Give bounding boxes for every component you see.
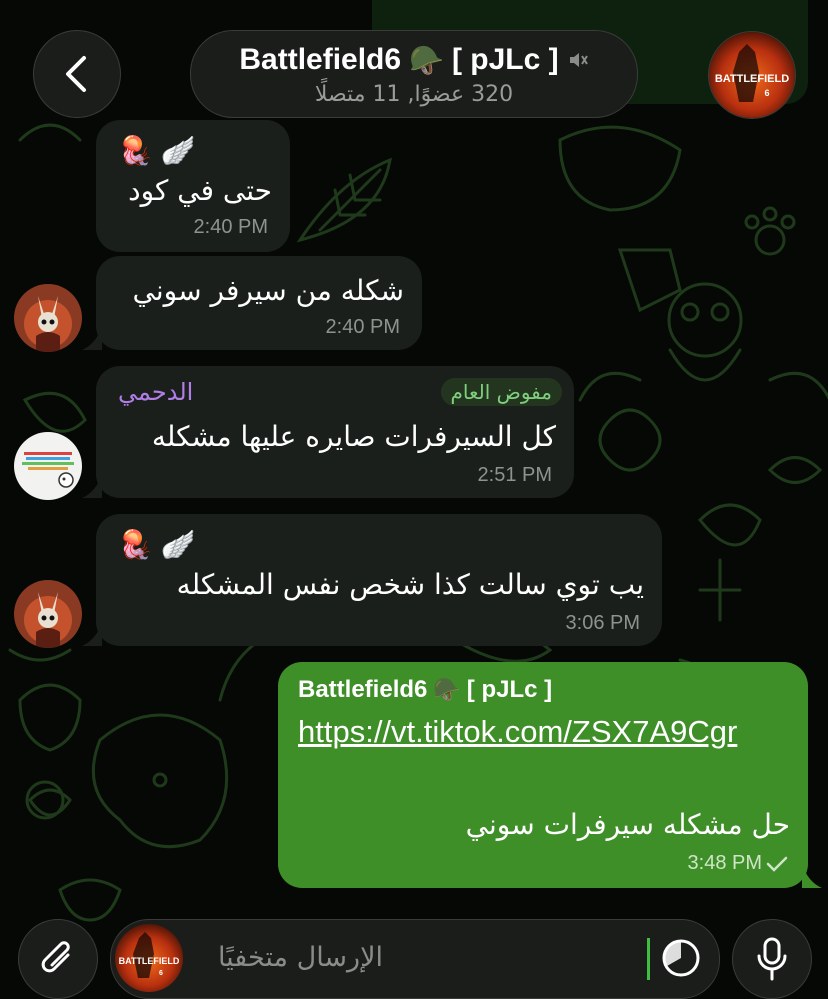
chat-title-pill[interactable]: Battlefield6 🪖 [ pJLc ] 320 عضوًا, 11 مت… (190, 30, 638, 118)
user-avatar[interactable] (14, 580, 82, 648)
message-time: 3:06 PM (565, 612, 640, 634)
attach-button[interactable] (18, 919, 98, 999)
user-avatar[interactable] (14, 432, 82, 500)
battlefield-avatar-image: BATTLEFIELD 6 (709, 32, 795, 118)
input-placeholder: الإرسال متخفيًا (217, 942, 383, 973)
user-avatar[interactable] (14, 284, 82, 352)
message-bubble[interactable]: شكله من سيرفر سوني 2:40 PM (96, 256, 422, 350)
message-bubble[interactable]: 🪼 🪽 يب توي سالت كذا شخص نفس المشكله 3:06… (96, 514, 662, 646)
svg-text:BATTLEFIELD: BATTLEFIELD (715, 73, 789, 85)
message-time-row: 3:48 PM (688, 852, 788, 875)
microphone-button[interactable] (732, 919, 812, 999)
svg-text:BATTLEFIELD: BATTLEFIELD (119, 956, 180, 966)
reactions[interactable]: 🪼 🪽 (118, 134, 196, 167)
battlefield-avatar-image: BATTLEFIELD 6 (115, 924, 183, 992)
message-time: 3:48 PM (687, 852, 762, 874)
paperclip-icon (41, 941, 70, 973)
helmet-emoji: 🪖 (433, 677, 461, 703)
chevron-left-icon (66, 56, 86, 92)
bubble-tail (82, 474, 102, 498)
bubble-tail (82, 326, 102, 350)
message-time: 2:40 PM (193, 216, 268, 238)
bubble-tail (802, 864, 822, 888)
knight-avatar-image (14, 580, 82, 648)
back-button[interactable] (33, 30, 121, 118)
message-text: شكله من سيرفر سوني (132, 274, 404, 307)
member-count: 320 عضوًا, 11 متصلًا (314, 82, 514, 107)
sticker-avatar-image (14, 432, 82, 500)
message-bubble[interactable]: الدحمي مفوض العام كل السيرفرات صايره علي… (96, 366, 574, 498)
message-input[interactable]: BATTLEFIELD 6 الإرسال متخفيًا (110, 919, 720, 999)
reaction-wing[interactable]: 🪽 (161, 134, 196, 167)
chat-header: Battlefield6 🪖 [ pJLc ] 320 عضوًا, 11 مت… (0, 0, 828, 120)
knight-avatar-image (14, 284, 82, 352)
group-name: Battlefield6 (239, 43, 402, 76)
svg-text:6: 6 (159, 970, 163, 977)
sender-name[interactable]: الدحمي (118, 378, 193, 406)
message-bubble[interactable]: 🪼 🪽 حتى في كود 2:40 PM (96, 120, 290, 252)
message-text: يب توي سالت كذا شخص نفس المشكله (176, 568, 644, 601)
check-icon (766, 856, 788, 872)
composer-bar: BATTLEFIELD 6 الإرسال متخفيًا (0, 912, 828, 999)
send-as-avatar[interactable]: BATTLEFIELD 6 (115, 924, 183, 992)
forward-name: Battlefield6 (298, 676, 428, 703)
group-avatar[interactable]: BATTLEFIELD 6 (708, 31, 796, 119)
text-cursor (647, 938, 650, 980)
admin-role-badge: مفوض العام (440, 378, 562, 406)
timer-icon[interactable] (659, 936, 703, 980)
reaction-jellyfish[interactable]: 🪼 (118, 134, 153, 167)
group-tag: [ pJLc ] (451, 43, 559, 76)
svg-text:6: 6 (764, 88, 769, 98)
forward-tag: [ pJLc ] (466, 676, 553, 703)
reaction-jellyfish[interactable]: 🪼 (118, 528, 153, 561)
message-text: حتى في كود (128, 174, 272, 207)
message-text: حل مشكله سيرفرات سوني (465, 808, 790, 841)
microphone-icon (757, 937, 787, 981)
muted-speaker-icon (569, 53, 588, 67)
tiktok-link[interactable]: https://vt.tiktok.com/ZSX7A9Cgr (298, 714, 737, 750)
reaction-wing[interactable]: 🪽 (161, 528, 196, 561)
message-time: 2:40 PM (325, 316, 400, 338)
forwarded-from[interactable]: Battlefield6 🪖 [ pJLc ] (298, 676, 552, 704)
reactions[interactable]: 🪼 🪽 (118, 528, 196, 561)
bubble-tail (82, 622, 102, 646)
outgoing-message-bubble[interactable]: Battlefield6 🪖 [ pJLc ] https://vt.tikto… (278, 662, 808, 888)
message-text: كل السيرفرات صايره عليها مشكله (151, 420, 556, 453)
helmet-emoji: 🪖 (409, 43, 444, 77)
message-time: 2:51 PM (477, 464, 552, 486)
chat-title-row: Battlefield6 🪖 [ pJLc ] (191, 43, 637, 77)
